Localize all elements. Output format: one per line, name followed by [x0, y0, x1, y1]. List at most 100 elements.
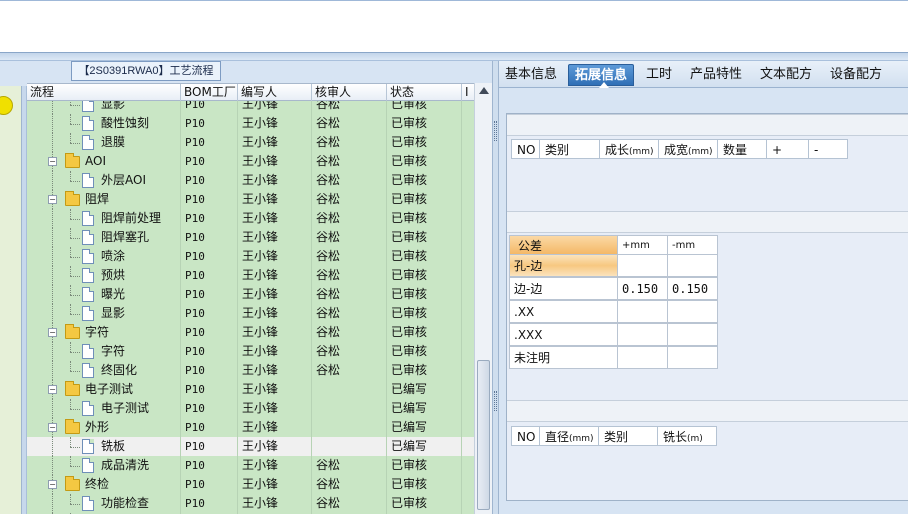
process-name-cell[interactable]: − 终检: [27, 475, 181, 494]
tree-row[interactable]: 退膜 P10 王小锋 谷松 已审核: [27, 133, 475, 152]
status-cell[interactable]: 已审核: [387, 247, 462, 266]
writer-cell[interactable]: 王小锋: [238, 475, 312, 494]
reviewer-cell[interactable]: 谷松: [312, 285, 387, 304]
status-cell[interactable]: 已编写: [387, 437, 462, 456]
status-cell[interactable]: 已审核: [387, 133, 462, 152]
tolerance-minus-value[interactable]: [667, 346, 718, 369]
reviewer-cell[interactable]: 谷松: [312, 101, 387, 114]
left-collapsed-panel[interactable]: [0, 86, 22, 514]
reviewer-cell[interactable]: [312, 380, 387, 399]
writer-cell[interactable]: 王小锋: [238, 342, 312, 361]
writer-cell[interactable]: 王小锋: [238, 361, 312, 380]
tree-row[interactable]: 显影 P10 王小锋 谷松 已审核: [27, 101, 475, 114]
process-name-cell[interactable]: 外层AOI: [27, 171, 181, 190]
bom-cell[interactable]: P10: [181, 418, 238, 437]
process-name-cell[interactable]: 显影: [27, 101, 181, 114]
bom-cell[interactable]: P10: [181, 323, 238, 342]
status-cell[interactable]: 已审核: [387, 171, 462, 190]
tolerance-minus-value[interactable]: [667, 323, 718, 346]
writer-cell[interactable]: 王小锋: [238, 323, 312, 342]
status-cell[interactable]: 已编写: [387, 418, 462, 437]
tab-work-hours[interactable]: 工时: [640, 64, 678, 86]
scroll-up-arrow-icon[interactable]: [479, 87, 489, 94]
reviewer-cell[interactable]: 谷松: [312, 494, 387, 513]
bom-cell[interactable]: P10: [181, 266, 238, 285]
bom-cell[interactable]: P10: [181, 437, 238, 456]
tool-col-no[interactable]: NO: [511, 426, 540, 446]
reviewer-cell[interactable]: 谷松: [312, 152, 387, 171]
reviewer-cell[interactable]: 谷松: [312, 323, 387, 342]
bom-cell[interactable]: P10: [181, 285, 238, 304]
tree-row[interactable]: 显影 P10 王小锋 谷松 已审核: [27, 304, 475, 323]
bom-cell[interactable]: P10: [181, 152, 238, 171]
bom-cell[interactable]: P10: [181, 101, 238, 114]
status-cell[interactable]: 已编写: [387, 380, 462, 399]
scrollbar-thumb[interactable]: [477, 360, 490, 510]
process-name-cell[interactable]: 成品清洗: [27, 456, 181, 475]
process-name-cell[interactable]: − 字符: [27, 323, 181, 342]
tree-row[interactable]: 字符 P10 王小锋 谷松 已审核: [27, 342, 475, 361]
tree-row[interactable]: 终固化 P10 王小锋 谷松 已审核: [27, 361, 475, 380]
tree-row[interactable]: 酸性蚀刻 P10 王小锋 谷松 已审核: [27, 114, 475, 133]
column-header-status[interactable]: 状态: [387, 84, 462, 101]
process-name-cell[interactable]: 字符: [27, 342, 181, 361]
size-col-quantity[interactable]: 数量: [717, 139, 767, 159]
tolerance-plus-value[interactable]: [617, 323, 668, 346]
tree-row[interactable]: − 电子测试 P10 王小锋 已编写: [27, 380, 475, 399]
tool-col-mill-length[interactable]: 铣长(m): [657, 426, 717, 446]
bom-cell[interactable]: P10: [181, 361, 238, 380]
tree-row[interactable]: 铣板 P10 王小锋 已编写: [27, 437, 475, 456]
tab-product-features[interactable]: 产品特性: [684, 64, 748, 86]
status-cell[interactable]: 已编写: [387, 399, 462, 418]
tab-basic-info[interactable]: 基本信息: [499, 64, 563, 86]
column-header-reviewer[interactable]: 核审人: [312, 84, 387, 101]
bom-cell[interactable]: P10: [181, 399, 238, 418]
writer-cell[interactable]: 王小锋: [238, 437, 312, 456]
collapse-toggle-icon[interactable]: −: [48, 157, 57, 166]
writer-cell[interactable]: 王小锋: [238, 266, 312, 285]
writer-cell[interactable]: 王小锋: [238, 285, 312, 304]
tree-row[interactable]: − 终检 P10 王小锋 谷松 已审核: [27, 475, 475, 494]
reviewer-cell[interactable]: 谷松: [312, 342, 387, 361]
tolerance-minus-value[interactable]: [667, 300, 718, 323]
reviewer-cell[interactable]: 谷松: [312, 304, 387, 323]
bom-cell[interactable]: P10: [181, 342, 238, 361]
column-header-bom-plant[interactable]: BOM工厂: [181, 84, 238, 101]
size-col-width[interactable]: 成宽(mm): [658, 139, 718, 159]
process-name-cell[interactable]: 阻焊前处理: [27, 209, 181, 228]
bom-cell[interactable]: P10: [181, 494, 238, 513]
process-name-cell[interactable]: 退膜: [27, 133, 181, 152]
collapse-toggle-icon[interactable]: −: [48, 385, 57, 394]
status-cell[interactable]: 已审核: [387, 101, 462, 114]
tree-row[interactable]: − 字符 P10 王小锋 谷松 已审核: [27, 323, 475, 342]
writer-cell[interactable]: 王小锋: [238, 494, 312, 513]
bom-cell[interactable]: P10: [181, 475, 238, 494]
status-cell[interactable]: 已审核: [387, 475, 462, 494]
reviewer-cell[interactable]: [312, 399, 387, 418]
bom-cell[interactable]: P10: [181, 247, 238, 266]
bom-cell[interactable]: P10: [181, 456, 238, 475]
bom-cell[interactable]: P10: [181, 209, 238, 228]
reviewer-cell[interactable]: 谷松: [312, 456, 387, 475]
tolerance-header-plus[interactable]: +mm: [617, 235, 668, 255]
process-name-cell[interactable]: 铣板: [27, 437, 181, 456]
writer-cell[interactable]: 王小锋: [238, 247, 312, 266]
writer-cell[interactable]: 王小锋: [238, 171, 312, 190]
reviewer-cell[interactable]: 谷松: [312, 247, 387, 266]
tolerance-plus-value[interactable]: 0.150: [617, 277, 668, 300]
process-name-cell[interactable]: − 电子测试: [27, 380, 181, 399]
process-name-cell[interactable]: 功能检查: [27, 494, 181, 513]
column-header-writer[interactable]: 编写人: [238, 84, 312, 101]
tree-row[interactable]: − 外形 P10 王小锋 已编写: [27, 418, 475, 437]
process-name-cell[interactable]: 预烘: [27, 266, 181, 285]
tree-row[interactable]: 功能检查 P10 王小锋 谷松 已审核: [27, 494, 475, 513]
bom-cell[interactable]: P10: [181, 114, 238, 133]
splitter-grip[interactable]: [494, 121, 497, 141]
collapse-toggle-icon[interactable]: −: [48, 423, 57, 432]
tolerance-header-minus[interactable]: -mm: [667, 235, 718, 255]
tab-equipment-recipe[interactable]: 设备配方: [824, 64, 888, 86]
status-cell[interactable]: 已审核: [387, 342, 462, 361]
tree-row[interactable]: 曝光 P10 王小锋 谷松 已审核: [27, 285, 475, 304]
tree-row[interactable]: 成品清洗 P10 王小锋 谷松 已审核: [27, 456, 475, 475]
bom-cell[interactable]: P10: [181, 304, 238, 323]
